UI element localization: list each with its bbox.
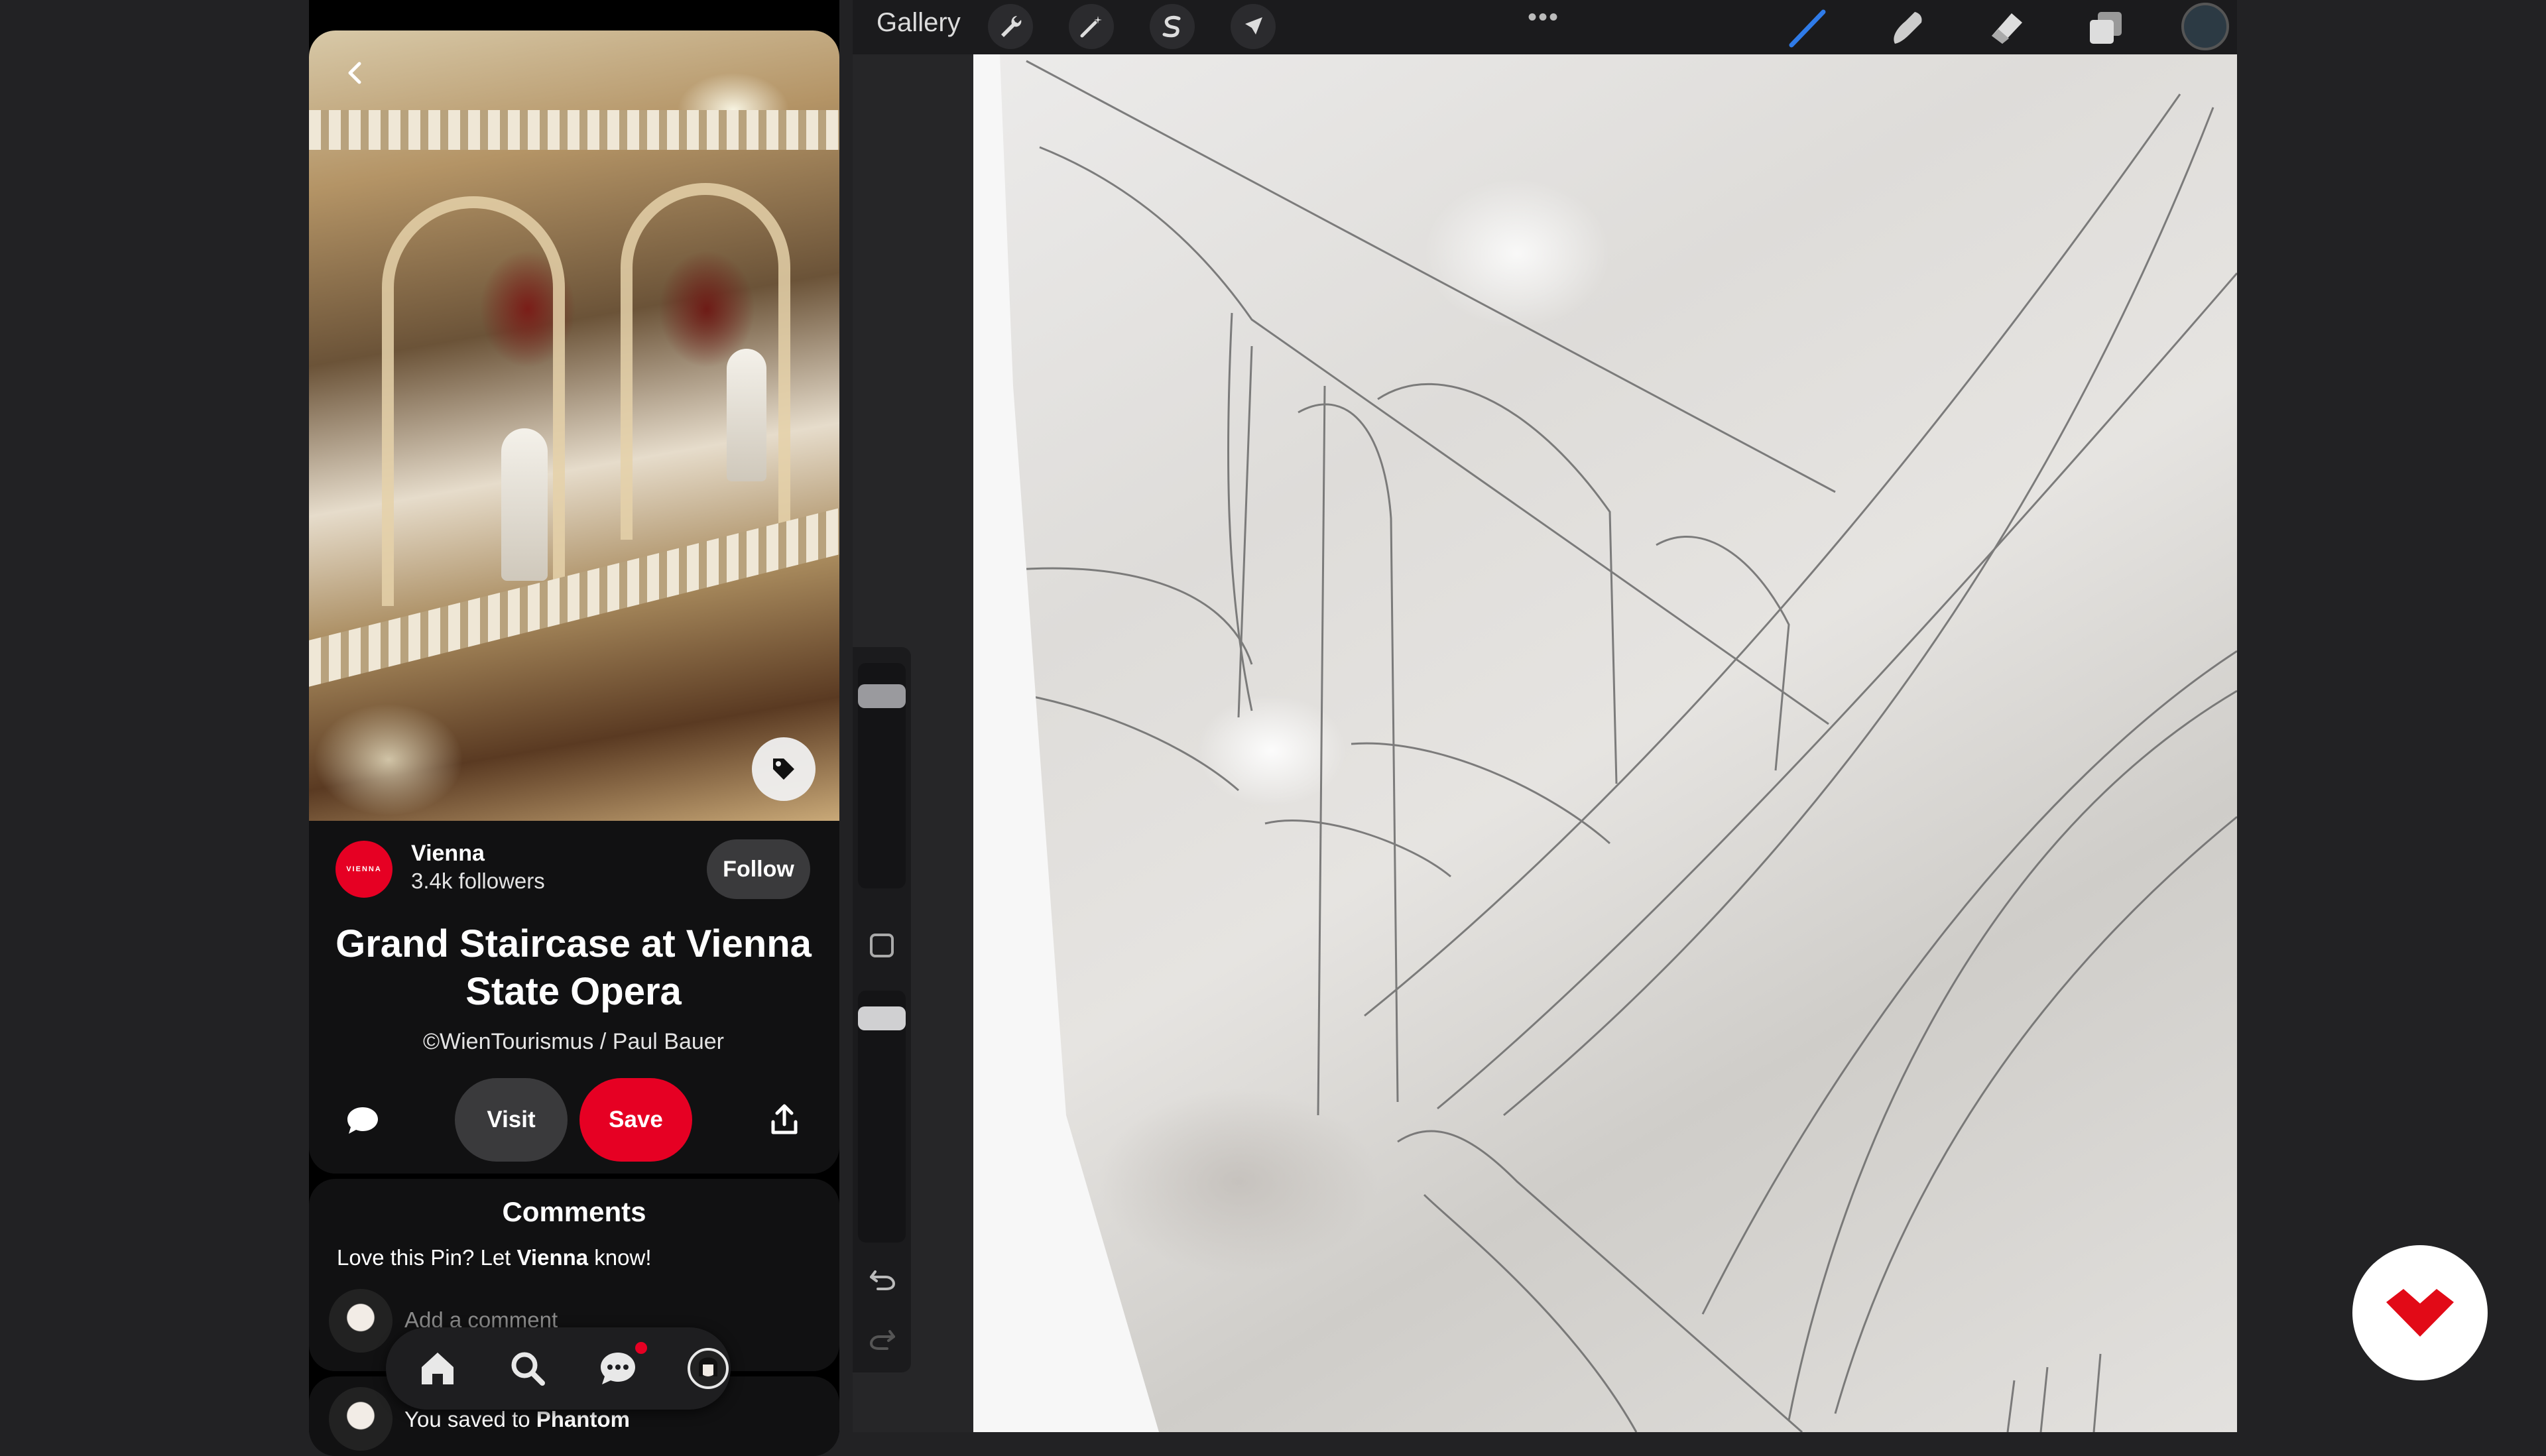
tag-icon <box>773 758 794 780</box>
profile-icon[interactable] <box>687 1347 729 1390</box>
notification-dot <box>635 1342 647 1354</box>
saved-to-board-text: You saved to Phantom <box>404 1407 630 1432</box>
eraser-icon <box>1992 13 2022 44</box>
comments-heading: Comments <box>502 1196 646 1227</box>
comments-prompt: Love this Pin? Let Vienna know! <box>337 1245 652 1270</box>
prompt-prefix: Love this Pin? Let <box>337 1245 517 1270</box>
redo-icon[interactable] <box>866 1322 899 1355</box>
transform-button[interactable] <box>1231 4 1276 49</box>
modify-button[interactable] <box>870 934 894 957</box>
domestika-logo-button[interactable] <box>2352 1245 2488 1380</box>
author-name[interactable]: Vienna <box>411 841 485 867</box>
save-button[interactable]: Save <box>579 1078 692 1162</box>
author-followers: 3.4k followers <box>411 869 545 893</box>
brush-size-thumb[interactable] <box>858 684 906 708</box>
brush-icon <box>1789 9 1826 48</box>
visit-button[interactable]: Visit <box>455 1078 568 1162</box>
eraser-button[interactable] <box>1982 4 2030 52</box>
smudge-button[interactable] <box>1883 4 1931 52</box>
sketch-lines <box>993 60 2237 1432</box>
back-chevron-icon[interactable] <box>342 60 369 86</box>
pin-credit: ©WienTourismus / Paul Bauer <box>422 1029 724 1054</box>
wrench-icon <box>1001 16 1022 37</box>
author-avatar[interactable]: VIENNA <box>335 841 393 898</box>
statue-left <box>501 428 548 581</box>
magic-wand-icon <box>1080 16 1102 38</box>
search-icon[interactable] <box>507 1347 549 1390</box>
opacity-thumb[interactable] <box>858 1006 906 1030</box>
comment-icon[interactable] <box>345 1105 381 1135</box>
selection-icon <box>1162 15 1181 38</box>
color-picker-swatch[interactable] <box>2181 3 2229 50</box>
prompt-suffix: know! <box>588 1245 652 1270</box>
more-options-icon[interactable]: ••• <box>1528 3 1559 32</box>
actions-button[interactable] <box>988 4 1033 49</box>
transform-arrow-icon <box>1245 17 1262 34</box>
layers-button[interactable] <box>2082 4 2130 52</box>
upper-balustrade <box>309 110 839 150</box>
pin-image[interactable] <box>309 30 839 821</box>
user-avatar <box>329 1387 393 1451</box>
smudge-icon <box>1894 12 1922 44</box>
drawing-canvas[interactable] <box>973 54 2237 1432</box>
user-avatar <box>329 1289 393 1353</box>
share-icon[interactable] <box>769 1103 800 1136</box>
home-icon[interactable] <box>416 1347 459 1390</box>
selection-button[interactable] <box>1150 4 1195 49</box>
pin-title: Grand Staircase at Vienna State Opera <box>335 922 812 1013</box>
messages-icon[interactable] <box>597 1347 639 1390</box>
shop-tag-button[interactable] <box>752 737 816 801</box>
saved-board-name[interactable]: Phantom <box>536 1407 630 1431</box>
domestika-logo-icon <box>2386 1289 2454 1337</box>
follow-button[interactable]: Follow <box>707 839 810 899</box>
statue-right <box>727 349 766 481</box>
gallery-button[interactable]: Gallery <box>877 8 961 38</box>
undo-icon[interactable] <box>866 1262 899 1296</box>
adjustments-button[interactable] <box>1069 4 1114 49</box>
prompt-author-name: Vienna <box>516 1245 589 1270</box>
layers-icon <box>2090 12 2122 44</box>
brush-button[interactable] <box>1784 4 1831 52</box>
saved-prefix: You saved to <box>404 1407 536 1431</box>
